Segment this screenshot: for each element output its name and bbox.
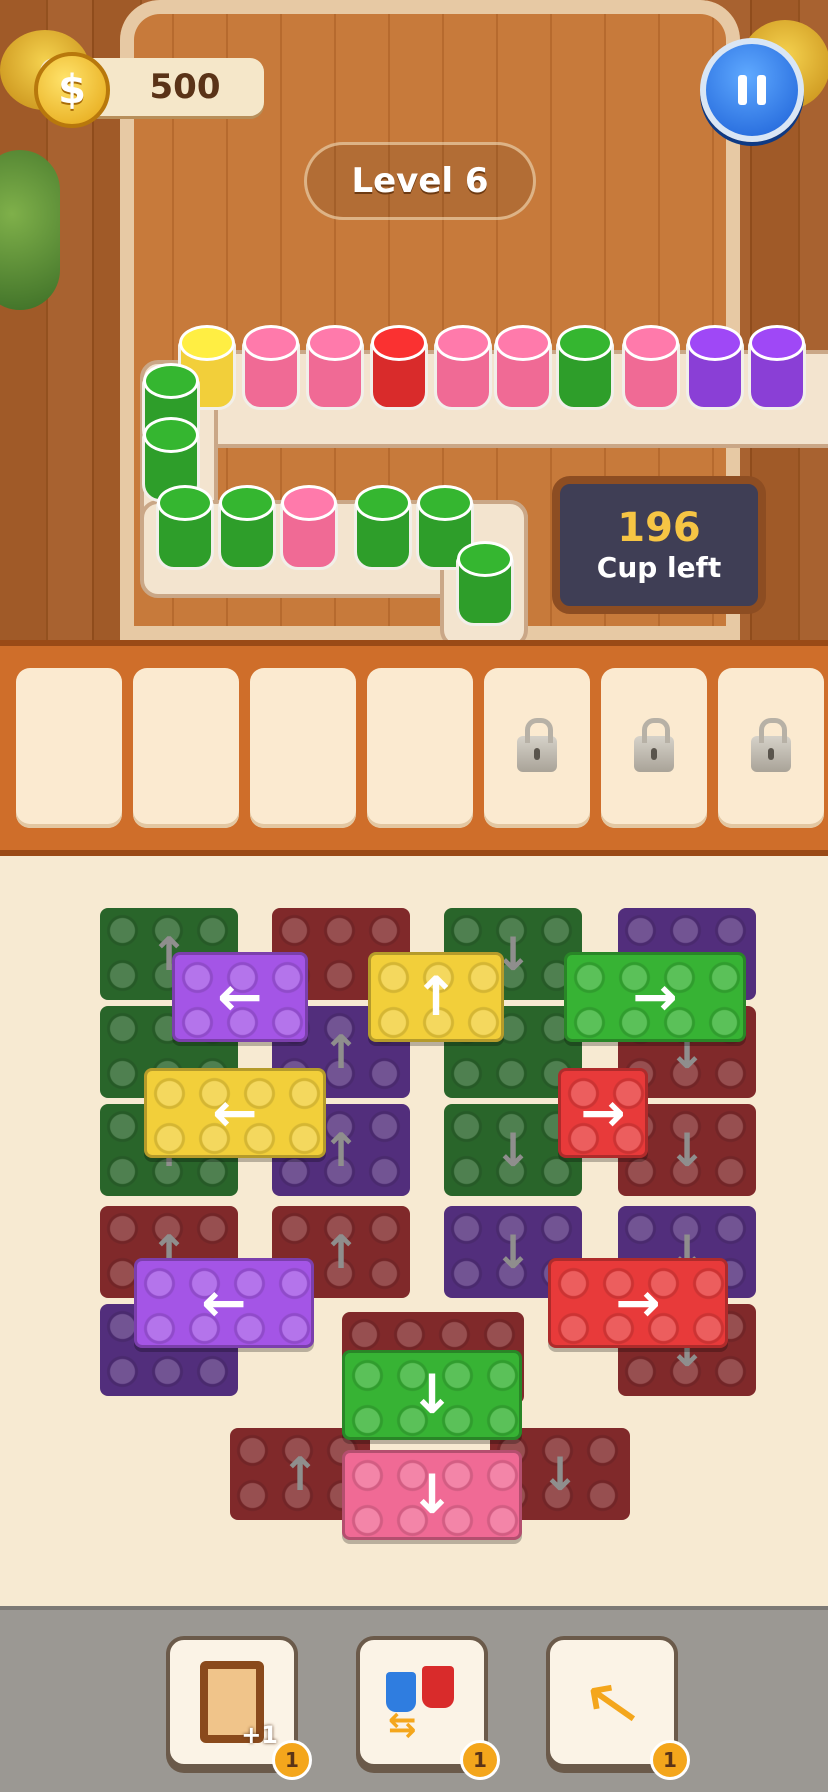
cup-pink — [280, 500, 338, 570]
brick-green-down[interactable]: ↓ — [342, 1350, 522, 1440]
cup-green — [556, 340, 614, 410]
pause-icon — [738, 75, 747, 105]
arrow-left-icon: ← — [212, 1081, 258, 1144]
lock-icon — [634, 718, 674, 772]
slot-locked[interactable] — [601, 668, 707, 828]
brick-red-right[interactable]: → — [558, 1068, 648, 1158]
swap-cups-icon: ⇆ — [382, 1662, 462, 1742]
slot-empty — [16, 668, 122, 828]
cup-green — [354, 500, 412, 570]
cup-purple — [748, 340, 806, 410]
arrow-up-icon: ↑ — [413, 965, 459, 1028]
brick-pink-down[interactable]: ↓ — [342, 1450, 522, 1540]
cup-green — [218, 500, 276, 570]
curved-arrow-icon: ↖ — [575, 1656, 649, 1748]
brick-purple-left[interactable]: ← — [172, 952, 308, 1042]
slot-locked[interactable] — [718, 668, 824, 828]
level-title: Level 6 — [304, 142, 536, 220]
cup-green — [156, 500, 214, 570]
plus-one-label: +1 — [241, 1721, 278, 1749]
brick-yellow-left[interactable]: ← — [144, 1068, 326, 1158]
cup-pink — [494, 340, 552, 410]
lock-icon — [517, 718, 557, 772]
swap-cups-count-badge: 1 — [460, 1740, 500, 1780]
cup-pink — [306, 340, 364, 410]
cup-purple — [686, 340, 744, 410]
arrow-down-icon: ↓ — [409, 1463, 455, 1526]
coin-value: 500 — [149, 67, 221, 107]
arrow-right-icon: → — [580, 1081, 626, 1144]
add-slot-count-badge: 1 — [272, 1740, 312, 1780]
cup-pink — [434, 340, 492, 410]
slot-empty — [133, 668, 239, 828]
slot-empty — [250, 668, 356, 828]
cup-pink — [242, 340, 300, 410]
lock-icon — [751, 718, 791, 772]
frame-plus-one-icon: +1 — [200, 1661, 278, 1749]
plant-decoration — [0, 150, 60, 310]
coin-icon: $ — [34, 52, 110, 128]
brick-red-right[interactable]: → — [548, 1258, 728, 1348]
brick-yellow-up[interactable]: ↑ — [368, 952, 504, 1042]
slot-empty — [367, 668, 473, 828]
cup-green — [456, 556, 514, 626]
slot-locked[interactable] — [484, 668, 590, 828]
cups-left-label: Cup left — [596, 551, 722, 584]
arrow-right-icon: → — [632, 965, 678, 1028]
arrow-left-icon: ← — [217, 965, 263, 1028]
undo-count-badge: 1 — [650, 1740, 690, 1780]
brick-purple-left[interactable]: ← — [134, 1258, 314, 1348]
brick-green-right[interactable]: → — [564, 952, 746, 1042]
arrow-left-icon: ← — [201, 1271, 247, 1334]
arrow-down-icon: ↓ — [409, 1363, 455, 1426]
cups-left-count: 196 — [617, 505, 701, 551]
pause-button[interactable] — [700, 38, 804, 142]
arrow-right-icon: → — [615, 1271, 661, 1334]
cups-left-panel: 196 Cup left — [552, 476, 766, 614]
cup-pink — [622, 340, 680, 410]
cup-red — [370, 340, 428, 410]
